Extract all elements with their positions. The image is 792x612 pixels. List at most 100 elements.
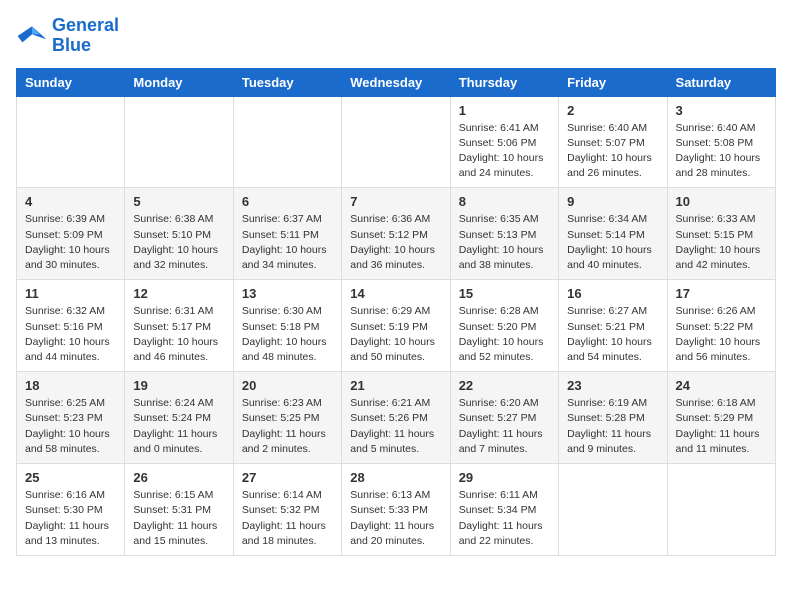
- calendar-cell: 7 Sunrise: 6:36 AMSunset: 5:12 PMDaylight…: [342, 188, 450, 280]
- calendar-cell: 17 Sunrise: 6:26 AMSunset: 5:22 PMDayligh…: [667, 280, 775, 372]
- calendar-cell: 16 Sunrise: 6:27 AMSunset: 5:21 PMDayligh…: [559, 280, 667, 372]
- day-number: 8: [459, 194, 550, 209]
- week-row-3: 18 Sunrise: 6:25 AMSunset: 5:23 PMDayligh…: [17, 372, 776, 464]
- day-info: Sunrise: 6:40 AMSunset: 5:08 PMDaylight:…: [676, 121, 767, 182]
- day-info: Sunrise: 6:23 AMSunset: 5:25 PMDaylight:…: [242, 396, 333, 457]
- calendar-cell: 4 Sunrise: 6:39 AMSunset: 5:09 PMDaylight…: [17, 188, 125, 280]
- day-number: 26: [133, 470, 224, 485]
- day-number: 18: [25, 378, 116, 393]
- calendar-cell: 1 Sunrise: 6:41 AMSunset: 5:06 PMDaylight…: [450, 96, 558, 188]
- logo-text: General Blue: [52, 16, 119, 56]
- day-info: Sunrise: 6:39 AMSunset: 5:09 PMDaylight:…: [25, 212, 116, 273]
- day-info: Sunrise: 6:41 AMSunset: 5:06 PMDaylight:…: [459, 121, 550, 182]
- day-number: 6: [242, 194, 333, 209]
- day-info: Sunrise: 6:11 AMSunset: 5:34 PMDaylight:…: [459, 488, 550, 549]
- calendar-cell: 29 Sunrise: 6:11 AMSunset: 5:34 PMDayligh…: [450, 464, 558, 556]
- header: General Blue: [16, 16, 776, 56]
- day-info: Sunrise: 6:30 AMSunset: 5:18 PMDaylight:…: [242, 304, 333, 365]
- day-info: Sunrise: 6:26 AMSunset: 5:22 PMDaylight:…: [676, 304, 767, 365]
- day-number: 22: [459, 378, 550, 393]
- day-info: Sunrise: 6:36 AMSunset: 5:12 PMDaylight:…: [350, 212, 441, 273]
- calendar-cell: 28 Sunrise: 6:13 AMSunset: 5:33 PMDayligh…: [342, 464, 450, 556]
- calendar-cell: 10Sunrise: 6:33 AMSunset: 5:15 PMDayligh…: [667, 188, 775, 280]
- day-info: Sunrise: 6:32 AMSunset: 5:16 PMDaylight:…: [25, 304, 116, 365]
- calendar-cell: 20 Sunrise: 6:23 AMSunset: 5:25 PMDayligh…: [233, 372, 341, 464]
- day-number: 7: [350, 194, 441, 209]
- day-info: Sunrise: 6:38 AMSunset: 5:10 PMDaylight:…: [133, 212, 224, 273]
- calendar-cell: 3 Sunrise: 6:40 AMSunset: 5:08 PMDaylight…: [667, 96, 775, 188]
- calendar-cell: 13 Sunrise: 6:30 AMSunset: 5:18 PMDayligh…: [233, 280, 341, 372]
- calendar-cell: 21 Sunrise: 6:21 AMSunset: 5:26 PMDayligh…: [342, 372, 450, 464]
- calendar-cell: 5 Sunrise: 6:38 AMSunset: 5:10 PMDaylight…: [125, 188, 233, 280]
- header-monday: Monday: [125, 68, 233, 96]
- calendar-cell: 2 Sunrise: 6:40 AMSunset: 5:07 PMDaylight…: [559, 96, 667, 188]
- day-number: 9: [567, 194, 658, 209]
- header-thursday: Thursday: [450, 68, 558, 96]
- calendar-cell: 11 Sunrise: 6:32 AMSunset: 5:16 PMDayligh…: [17, 280, 125, 372]
- calendar-cell: 22Sunrise: 6:20 AMSunset: 5:27 PMDayligh…: [450, 372, 558, 464]
- day-number: 28: [350, 470, 441, 485]
- day-info: Sunrise: 6:31 AMSunset: 5:17 PMDaylight:…: [133, 304, 224, 365]
- day-number: 16: [567, 286, 658, 301]
- day-number: 21: [350, 378, 441, 393]
- day-info: Sunrise: 6:13 AMSunset: 5:33 PMDaylight:…: [350, 488, 441, 549]
- week-row-0: 1 Sunrise: 6:41 AMSunset: 5:06 PMDaylight…: [17, 96, 776, 188]
- calendar-cell: 23 Sunrise: 6:19 AMSunset: 5:28 PMDayligh…: [559, 372, 667, 464]
- day-number: 11: [25, 286, 116, 301]
- week-row-1: 4 Sunrise: 6:39 AMSunset: 5:09 PMDaylight…: [17, 188, 776, 280]
- day-number: 19: [133, 378, 224, 393]
- day-number: 27: [242, 470, 333, 485]
- day-info: Sunrise: 6:35 AMSunset: 5:13 PMDaylight:…: [459, 212, 550, 273]
- day-number: 15: [459, 286, 550, 301]
- header-saturday: Saturday: [667, 68, 775, 96]
- day-number: 12: [133, 286, 224, 301]
- calendar-cell: 15Sunrise: 6:28 AMSunset: 5:20 PMDayligh…: [450, 280, 558, 372]
- calendar-cell: [233, 96, 341, 188]
- day-number: 29: [459, 470, 550, 485]
- calendar-cell: [125, 96, 233, 188]
- calendar-cell: 26 Sunrise: 6:15 AMSunset: 5:31 PMDayligh…: [125, 464, 233, 556]
- day-info: Sunrise: 6:29 AMSunset: 5:19 PMDaylight:…: [350, 304, 441, 365]
- day-info: Sunrise: 6:27 AMSunset: 5:21 PMDaylight:…: [567, 304, 658, 365]
- calendar-cell: [667, 464, 775, 556]
- day-number: 5: [133, 194, 224, 209]
- day-number: 20: [242, 378, 333, 393]
- calendar-cell: 9Sunrise: 6:34 AMSunset: 5:14 PMDaylight…: [559, 188, 667, 280]
- calendar-cell: 19 Sunrise: 6:24 AMSunset: 5:24 PMDayligh…: [125, 372, 233, 464]
- header-sunday: Sunday: [17, 68, 125, 96]
- calendar-cell: [17, 96, 125, 188]
- day-number: 1: [459, 103, 550, 118]
- day-number: 3: [676, 103, 767, 118]
- calendar-cell: 12 Sunrise: 6:31 AMSunset: 5:17 PMDayligh…: [125, 280, 233, 372]
- day-number: 14: [350, 286, 441, 301]
- calendar-cell: [559, 464, 667, 556]
- logo-icon: [16, 22, 48, 50]
- calendar-cell: 27 Sunrise: 6:14 AMSunset: 5:32 PMDayligh…: [233, 464, 341, 556]
- calendar-cell: 14 Sunrise: 6:29 AMSunset: 5:19 PMDayligh…: [342, 280, 450, 372]
- day-number: 24: [676, 378, 767, 393]
- calendar-table: SundayMondayTuesdayWednesdayThursdayFrid…: [16, 68, 776, 556]
- day-info: Sunrise: 6:14 AMSunset: 5:32 PMDaylight:…: [242, 488, 333, 549]
- day-number: 23: [567, 378, 658, 393]
- calendar-cell: 24Sunrise: 6:18 AMSunset: 5:29 PMDayligh…: [667, 372, 775, 464]
- header-wednesday: Wednesday: [342, 68, 450, 96]
- calendar-cell: [342, 96, 450, 188]
- day-info: Sunrise: 6:40 AMSunset: 5:07 PMDaylight:…: [567, 121, 658, 182]
- day-info: Sunrise: 6:37 AMSunset: 5:11 PMDaylight:…: [242, 212, 333, 273]
- day-number: 4: [25, 194, 116, 209]
- header-tuesday: Tuesday: [233, 68, 341, 96]
- header-friday: Friday: [559, 68, 667, 96]
- calendar-header-row: SundayMondayTuesdayWednesdayThursdayFrid…: [17, 68, 776, 96]
- day-info: Sunrise: 6:19 AMSunset: 5:28 PMDaylight:…: [567, 396, 658, 457]
- day-number: 13: [242, 286, 333, 301]
- week-row-4: 25Sunrise: 6:16 AMSunset: 5:30 PMDayligh…: [17, 464, 776, 556]
- calendar-cell: 8 Sunrise: 6:35 AMSunset: 5:13 PMDaylight…: [450, 188, 558, 280]
- day-info: Sunrise: 6:21 AMSunset: 5:26 PMDaylight:…: [350, 396, 441, 457]
- day-info: Sunrise: 6:25 AMSunset: 5:23 PMDaylight:…: [25, 396, 116, 457]
- day-number: 17: [676, 286, 767, 301]
- calendar-cell: 25Sunrise: 6:16 AMSunset: 5:30 PMDayligh…: [17, 464, 125, 556]
- day-info: Sunrise: 6:15 AMSunset: 5:31 PMDaylight:…: [133, 488, 224, 549]
- day-number: 2: [567, 103, 658, 118]
- calendar-cell: 18 Sunrise: 6:25 AMSunset: 5:23 PMDayligh…: [17, 372, 125, 464]
- day-info: Sunrise: 6:24 AMSunset: 5:24 PMDaylight:…: [133, 396, 224, 457]
